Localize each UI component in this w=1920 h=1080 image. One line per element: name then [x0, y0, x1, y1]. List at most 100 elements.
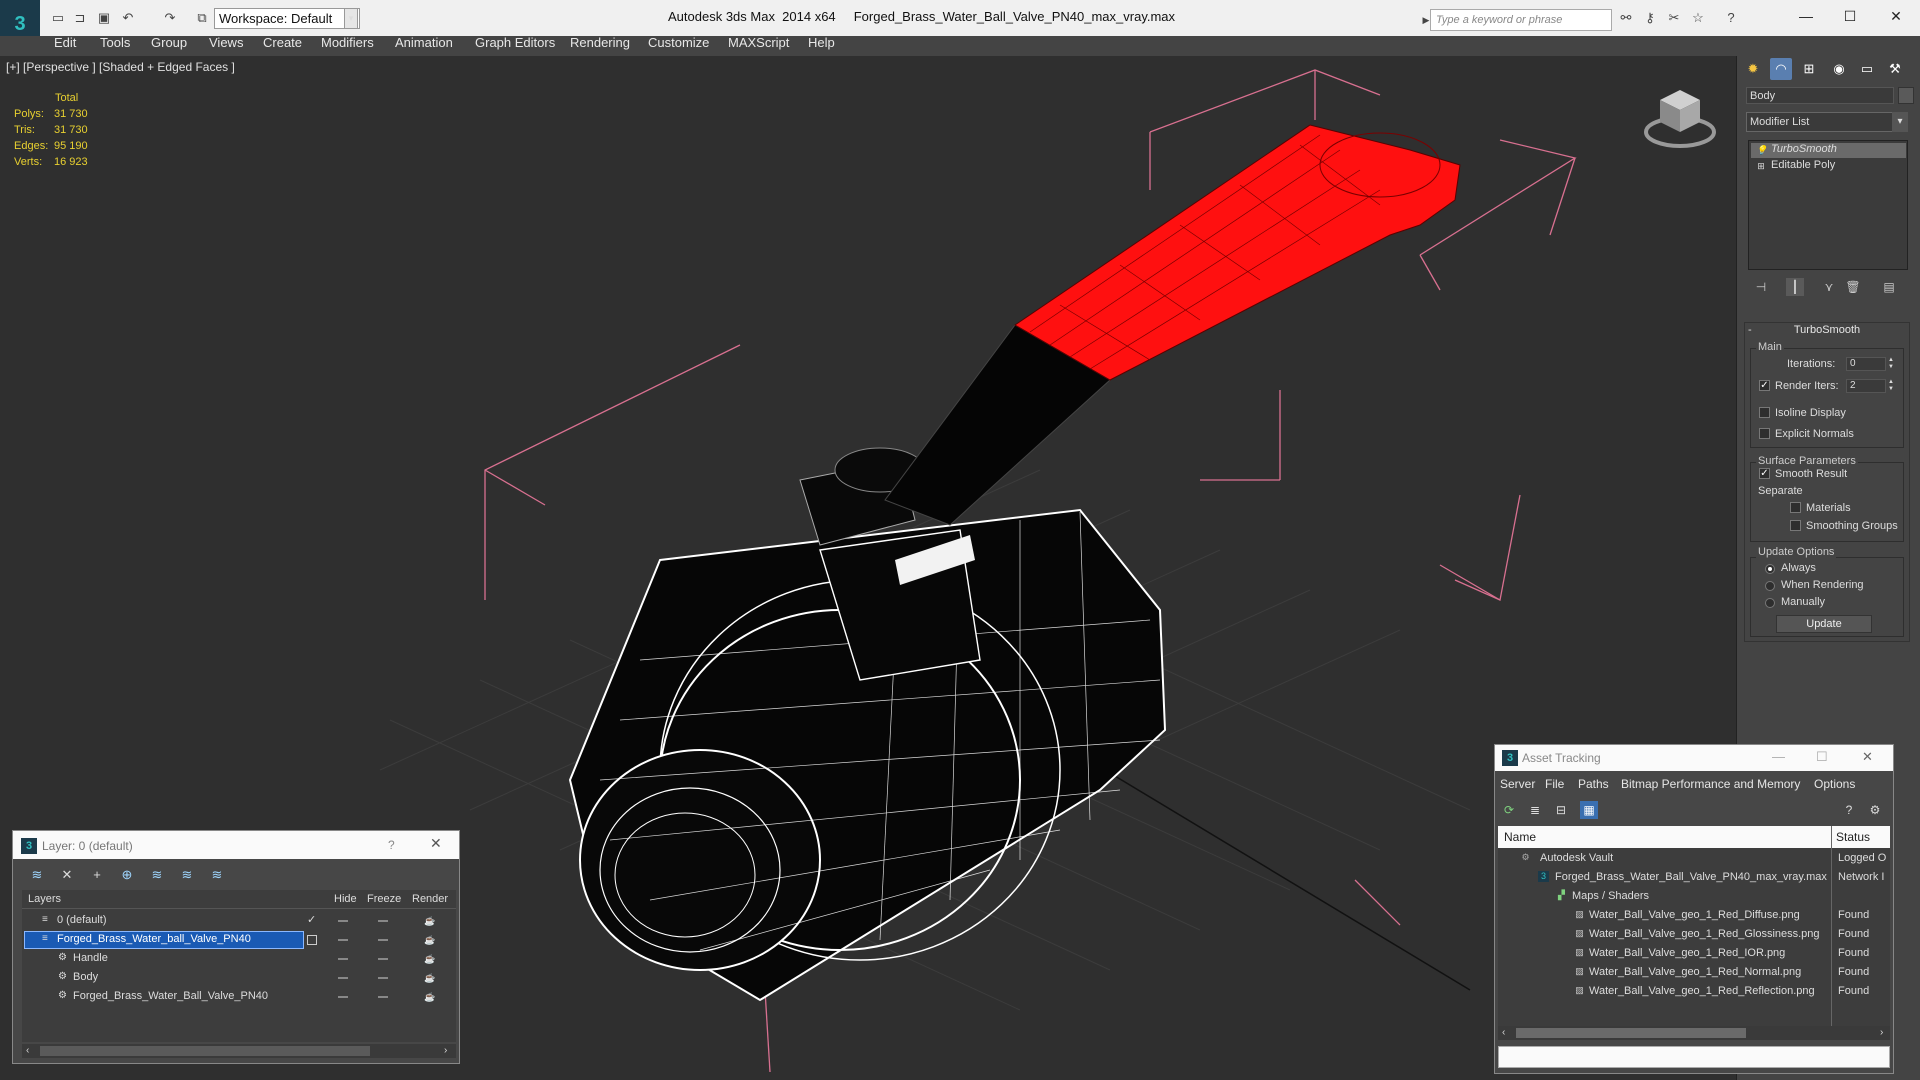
render-teapot-icon[interactable]: ☕	[424, 955, 435, 964]
menu-views[interactable]: Views	[209, 35, 243, 50]
table-view-icon[interactable]: ▦	[1580, 801, 1598, 819]
select-in-layer-icon[interactable]: ⊕	[118, 866, 136, 884]
project-folder-icon[interactable]: ⧉	[194, 10, 210, 26]
modify-tab-icon[interactable]: ◠	[1770, 58, 1792, 80]
show-end-result-icon[interactable]: ┃	[1786, 278, 1804, 296]
viewport-label[interactable]: [+] [Perspective ] [Shaded + Edged Faces…	[6, 60, 235, 74]
render-iters-spinner[interactable]: 2	[1846, 379, 1886, 393]
menu-edit[interactable]: Edit	[54, 35, 76, 50]
search-input[interactable]: Type a keyword or phrase	[1430, 9, 1612, 31]
hide-all-icon[interactable]: ≋	[178, 866, 196, 884]
when-rendering-radio[interactable]	[1765, 581, 1775, 591]
undo-icon[interactable]: ↶	[120, 10, 136, 26]
menu-file[interactable]: File	[1545, 777, 1564, 791]
column-render[interactable]: Render	[412, 893, 448, 905]
make-unique-icon[interactable]: ⋎	[1820, 278, 1838, 296]
freeze-all-icon[interactable]: ≋	[208, 866, 226, 884]
render-teapot-icon[interactable]: ☕	[424, 993, 435, 1002]
help-icon[interactable]: ?	[1840, 801, 1858, 819]
freeze-toggle[interactable]	[378, 996, 388, 998]
pin-stack-icon[interactable]: ⊣	[1752, 278, 1770, 296]
menu-group[interactable]: Group	[151, 35, 187, 50]
close-icon[interactable]: ✕	[430, 835, 442, 852]
spinner-arrows-icon[interactable]: ▲ ▼	[1887, 379, 1895, 393]
menu-tools[interactable]: Tools	[100, 35, 130, 50]
freeze-toggle[interactable]	[378, 939, 388, 941]
save-file-icon[interactable]: ▣	[96, 10, 112, 26]
hide-toggle[interactable]	[338, 958, 348, 960]
hide-toggle[interactable]	[338, 996, 348, 998]
menu-rendering[interactable]: Rendering	[570, 35, 630, 50]
open-file-icon[interactable]: ⊐	[72, 10, 88, 26]
column-name[interactable]: Name	[1504, 830, 1536, 844]
asset-row-name[interactable]: Water_Ball_Valve_geo_1_Red_Reflection.pn…	[1589, 985, 1815, 997]
isoline-display-checkbox[interactable]	[1759, 407, 1770, 418]
asset-path-field[interactable]	[1498, 1046, 1890, 1068]
layer-row[interactable]: ≡ Forged_Brass_Water_ball_Valve_PN40 ☕	[24, 931, 454, 949]
list-view-icon[interactable]: ≣	[1526, 801, 1544, 819]
motion-tab-icon[interactable]: ◉	[1828, 58, 1850, 80]
scroll-left-icon[interactable]: ‹	[26, 1045, 29, 1056]
menu-server[interactable]: Server	[1500, 777, 1535, 791]
asset-row-name[interactable]: Maps / Shaders	[1572, 890, 1649, 902]
menu-maxscript[interactable]: MAXScript	[728, 35, 789, 50]
smooth-result-checkbox[interactable]: ✓	[1759, 468, 1770, 479]
layer-row[interactable]: ⚙ Forged_Brass_Water_Ball_Valve_PN40 ☕	[24, 988, 454, 1006]
explicit-normals-checkbox[interactable]	[1759, 428, 1770, 439]
menu-modifiers[interactable]: Modifiers	[321, 35, 374, 50]
asset-row-name[interactable]: Water_Ball_Valve_geo_1_Red_IOR.png	[1589, 947, 1785, 959]
add-to-layer-icon[interactable]: +	[88, 866, 106, 884]
expand-plus-icon[interactable]: ⊞	[1756, 161, 1766, 171]
hide-toggle[interactable]	[338, 977, 348, 979]
close-icon[interactable]: ✕	[1862, 749, 1873, 765]
close-button[interactable]: ✕	[1876, 4, 1916, 28]
workspace-dropdown[interactable]: Workspace: Default ▾	[214, 8, 360, 29]
current-layer-box[interactable]	[307, 935, 317, 945]
iterations-spinner[interactable]: 0	[1846, 357, 1886, 371]
always-radio[interactable]	[1765, 564, 1775, 574]
display-tab-icon[interactable]: ▭	[1856, 58, 1878, 80]
smoothing-groups-checkbox[interactable]	[1790, 520, 1801, 531]
viewcube-icon[interactable]	[1640, 86, 1720, 150]
asset-row-name[interactable]: Water_Ball_Valve_geo_1_Red_Normal.png	[1589, 966, 1801, 978]
redo-icon[interactable]: ↷	[162, 10, 178, 26]
freeze-toggle[interactable]	[378, 958, 388, 960]
menu-help[interactable]: Help	[808, 35, 835, 50]
chevron-down-icon[interactable]: ▾	[1892, 112, 1908, 132]
menu-create[interactable]: Create	[263, 35, 302, 50]
help-icon[interactable]: ?	[1720, 10, 1742, 26]
utilities-tab-icon[interactable]: ⚒	[1884, 58, 1906, 80]
delete-layer-icon[interactable]: ✕	[58, 866, 76, 884]
object-color-swatch[interactable]	[1898, 87, 1914, 104]
hide-toggle[interactable]	[338, 920, 348, 922]
menu-options[interactable]: Options	[1814, 777, 1855, 791]
new-file-icon[interactable]: ▭	[50, 10, 66, 26]
remove-modifier-icon[interactable]: 🗑	[1844, 278, 1862, 296]
scroll-left-icon[interactable]: ‹	[1502, 1027, 1505, 1038]
spinner-arrows-icon[interactable]: ▲ ▼	[1887, 357, 1895, 371]
column-freeze[interactable]: Freeze	[367, 893, 401, 905]
stack-item-editable-poly[interactable]: ⊞ Editable Poly	[1751, 159, 1906, 174]
help-button[interactable]: ?	[388, 838, 395, 852]
binoculars-icon[interactable]: ⚯	[1618, 10, 1634, 26]
refresh-icon[interactable]: ⟳	[1500, 801, 1518, 819]
layer-row[interactable]: ⚙ Handle ☕	[24, 950, 454, 968]
freeze-toggle[interactable]	[378, 920, 388, 922]
minimize-button[interactable]: —	[1772, 749, 1785, 764]
column-hide[interactable]: Hide	[334, 893, 357, 905]
lightbulb-icon[interactable]: 💡	[1756, 145, 1767, 155]
maximize-button[interactable]: ☐	[1816, 749, 1828, 765]
menu-paths[interactable]: Paths	[1578, 777, 1609, 791]
rollout-title[interactable]: TurboSmooth	[1744, 324, 1910, 340]
menu-customize[interactable]: Customize	[648, 35, 709, 50]
hierarchy-tab-icon[interactable]: ⊞	[1798, 58, 1820, 80]
hide-toggle[interactable]	[338, 939, 348, 941]
asset-row-name[interactable]: Water_Ball_Valve_geo_1_Red_Glossiness.pn…	[1589, 928, 1820, 940]
render-teapot-icon[interactable]: ☕	[424, 974, 435, 983]
asset-row-name[interactable]: Water_Ball_Valve_geo_1_Red_Diffuse.png	[1589, 909, 1800, 921]
tree-view-icon[interactable]: ⊟	[1552, 801, 1570, 819]
menu-animation[interactable]: Animation	[395, 35, 453, 50]
object-name-field[interactable]: Body	[1746, 87, 1894, 104]
configure-sets-icon[interactable]: ▤	[1880, 278, 1898, 296]
column-status[interactable]: Status	[1836, 830, 1870, 844]
